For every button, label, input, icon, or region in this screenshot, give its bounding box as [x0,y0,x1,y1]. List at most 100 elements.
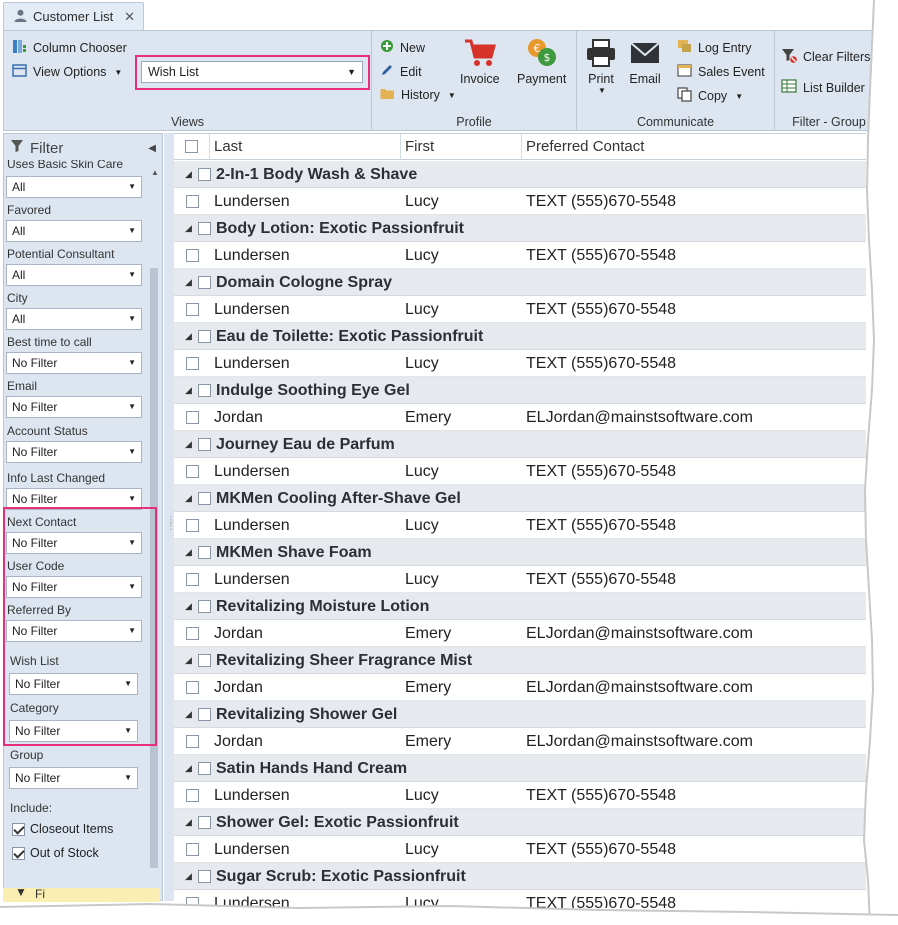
table-row[interactable]: Jordan Emery ELJordan@mainstsoftware.com [174,620,866,647]
group-row[interactable]: ◢ Shower Gel: Exotic Passionfruit [174,809,866,836]
group-row[interactable]: ◢ MKMen Shave Foam [174,539,866,566]
view-options-button[interactable]: View Options ▼ [12,63,122,81]
expand-triangle-icon[interactable]: ◢ [185,647,192,674]
row-checkbox[interactable] [186,843,199,856]
checkbox[interactable] [12,846,25,860]
new-button[interactable]: New [380,39,425,56]
list-builder-button[interactable]: List Builder [781,79,865,96]
select-all-column[interactable] [174,134,210,160]
group-row[interactable]: ◢ 2-In-1 Body Wash & Shave [174,161,866,188]
group-row[interactable]: ◢ Domain Cologne Spray [174,269,866,296]
group-row[interactable]: ◢ Body Lotion: Exotic Passionfruit [174,215,866,242]
expand-triangle-icon[interactable]: ◢ [185,377,192,404]
expand-triangle-icon[interactable]: ◢ [185,593,192,620]
row-checkbox[interactable] [186,627,199,640]
sales-event-button[interactable]: Sales Event [677,63,765,80]
copy-button[interactable]: Copy ▼ [677,87,743,105]
table-row[interactable]: Lundersen Lucy TEXT (555)670-5548 [174,350,866,377]
group-checkbox[interactable] [198,546,211,559]
filter-dropdown[interactable]: All ▼ [6,308,142,330]
group-checkbox[interactable] [198,492,211,505]
expand-triangle-icon[interactable]: ◢ [185,161,192,188]
filter-dropdown[interactable]: No Filter ▼ [6,396,142,418]
row-checkbox[interactable] [186,465,199,478]
expand-triangle-icon[interactable]: ◢ [185,485,192,512]
row-checkbox[interactable] [186,789,199,802]
group-checkbox[interactable] [198,708,211,721]
history-button[interactable]: History ▼ [380,87,456,103]
close-icon[interactable]: ✕ [124,9,135,25]
group-row[interactable]: ◢ Journey Eau de Parfum [174,431,866,458]
expand-triangle-icon[interactable]: ◢ [185,701,192,728]
table-row[interactable]: Lundersen Lucy TEXT (555)670-5548 [174,296,866,323]
row-checkbox[interactable] [186,573,199,586]
row-checkbox[interactable] [186,681,199,694]
row-checkbox[interactable] [186,519,199,532]
invoice-button[interactable]: Invoice [460,37,500,86]
table-row[interactable]: Lundersen Lucy TEXT (555)670-5548 [174,782,866,809]
table-row[interactable]: Jordan Emery ELJordan@mainstsoftware.com [174,674,866,701]
expand-triangle-icon[interactable]: ◢ [185,269,192,296]
tab-customer-list[interactable]: Customer List ✕ [3,2,144,30]
group-row[interactable]: ◢ Revitalizing Sheer Fragrance Mist [174,647,866,674]
group-row[interactable]: ◢ Sugar Scrub: Exotic Passionfruit [174,863,866,890]
column-header-preferred-contact[interactable]: Preferred Contact [522,134,866,160]
scroll-up-icon[interactable]: ▲ [151,168,159,177]
group-checkbox[interactable] [198,222,211,235]
table-row[interactable]: Lundersen Lucy TEXT (555)670-5548 [174,836,866,863]
table-row[interactable]: Lundersen Lucy TEXT (555)670-5548 [174,566,866,593]
column-chooser-button[interactable]: Column Chooser [12,39,127,57]
column-header-first[interactable]: First [401,134,522,160]
group-checkbox[interactable] [198,600,211,613]
group-checkbox[interactable] [198,870,211,883]
expand-triangle-icon[interactable]: ◢ [185,323,192,350]
table-row[interactable]: Lundersen Lucy TEXT (555)670-5548 [174,242,866,269]
filter-dropdown[interactable]: All ▼ [6,264,142,286]
payment-button[interactable]: € $ Payment [517,37,566,86]
expand-triangle-icon[interactable]: ◢ [185,539,192,566]
filter-dropdown[interactable]: All ▼ [6,220,142,242]
group-row[interactable]: ◢ MKMen Cooling After-Shave Gel [174,485,866,512]
filter-dropdown[interactable]: No Filter ▼ [6,352,142,374]
row-checkbox[interactable] [186,735,199,748]
row-checkbox[interactable] [186,411,199,424]
collapse-left-icon[interactable]: ◀ [148,143,156,154]
row-checkbox[interactable] [186,195,199,208]
table-row[interactable]: Lundersen Lucy TEXT (555)670-5548 [174,458,866,485]
group-row[interactable]: ◢ Eau de Toilette: Exotic Passionfruit [174,323,866,350]
group-checkbox[interactable] [198,762,211,775]
expand-triangle-icon[interactable]: ◢ [185,755,192,782]
group-row[interactable]: ◢ Indulge Soothing Eye Gel [174,377,866,404]
group-checkbox[interactable] [198,384,211,397]
group-checkbox[interactable] [198,816,211,829]
row-checkbox[interactable] [186,357,199,370]
expand-triangle-icon[interactable]: ◢ [185,215,192,242]
table-row[interactable]: Jordan Emery ELJordan@mainstsoftware.com [174,404,866,431]
filter-dropdown[interactable]: All ▼ [6,176,142,198]
checkbox[interactable] [12,822,25,836]
expand-triangle-icon[interactable]: ◢ [185,863,192,890]
closeout-items-checkbox[interactable]: Closeout Items [12,822,113,836]
table-row[interactable]: Lundersen Lucy TEXT (555)670-5548 [174,188,866,215]
print-button[interactable]: Print ▼ [585,37,617,95]
expand-triangle-icon[interactable]: ◢ [185,431,192,458]
log-entry-button[interactable]: Log Entry [677,39,752,56]
email-button[interactable]: Email [629,37,661,86]
select-all-checkbox[interactable] [185,140,198,153]
row-checkbox[interactable] [186,303,199,316]
edit-button[interactable]: Edit [380,63,422,80]
group-checkbox[interactable] [198,330,211,343]
clear-filters-button[interactable]: Clear Filters [781,47,870,66]
row-checkbox[interactable] [186,249,199,262]
group-row[interactable]: ◢ Satin Hands Hand Cream [174,755,866,782]
group-row[interactable]: ◢ Revitalizing Shower Gel [174,701,866,728]
filter-dropdown[interactable]: No Filter ▼ [6,441,142,463]
out-of-stock-checkbox[interactable]: Out of Stock [12,846,99,860]
group-checkbox[interactable] [198,654,211,667]
table-row[interactable]: Jordan Emery ELJordan@mainstsoftware.com [174,728,866,755]
group-filter-dropdown[interactable]: No Filter ▼ [9,767,138,789]
group-checkbox[interactable] [198,276,211,289]
group-checkbox[interactable] [198,168,211,181]
table-row[interactable]: Lundersen Lucy TEXT (555)670-5548 [174,512,866,539]
group-checkbox[interactable] [198,438,211,451]
